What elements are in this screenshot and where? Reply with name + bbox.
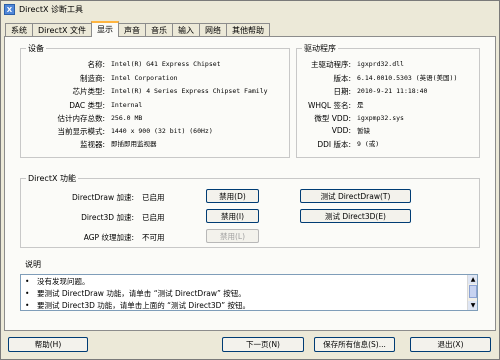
save-all-info-button[interactable]: 保存所有信息(S)...	[314, 337, 395, 352]
next-page-button[interactable]: 下一页(N)	[222, 337, 304, 352]
tab-network[interactable]: 网络	[198, 23, 227, 37]
scroll-thumb[interactable]	[469, 285, 477, 298]
notes-scrollbar[interactable]: ▲ ▼	[467, 275, 477, 310]
direct3d-state: 已启用	[142, 213, 165, 222]
device-row: 估计内存总数: 256.0 MB	[57, 114, 143, 123]
tab-input[interactable]: 输入	[171, 23, 200, 37]
directx-icon: X	[4, 4, 15, 15]
device-row: DAC 类型: Internal	[69, 101, 143, 110]
notes-title: 说明	[23, 259, 43, 270]
tab-strip: 系统 DirectX 文件 显示 声音 音乐 输入 网络 其他帮助	[5, 21, 270, 37]
tab-more-help[interactable]: 其他帮助	[225, 23, 270, 37]
test-directdraw-button[interactable]: 测试 DirectDraw(T)	[300, 189, 411, 203]
tab-directx-files[interactable]: DirectX 文件	[32, 23, 92, 37]
directx-diagnostic-window: X DirectX 诊断工具 系统 DirectX 文件 显示 声音 音乐 输入…	[0, 0, 500, 360]
note-item: • 要测试 DirectDraw 功能，请单击 “测试 DirectDraw” 按…	[25, 288, 246, 298]
device-row: 监视器: 即插即用监视器	[79, 140, 157, 149]
device-row: 名称: Intel(R) G41 Express Chipset	[87, 60, 221, 69]
driver-row: 日期: 2010-9-21 11:18:40	[333, 87, 428, 96]
agp-label: AGP 纹理加速:	[83, 233, 134, 242]
tab-sound[interactable]: 声音	[117, 23, 146, 37]
scroll-down-arrow-icon[interactable]: ▼	[468, 301, 477, 310]
directx-features-title: DirectX 功能	[26, 173, 78, 184]
title-bar: X DirectX 诊断工具	[1, 1, 499, 18]
tab-display[interactable]: 显示	[90, 21, 119, 37]
driver-row: VDD: 暂缺	[331, 126, 370, 135]
driver-row: WHQL 签名: 是	[307, 101, 364, 110]
window-title: DirectX 诊断工具	[19, 5, 83, 14]
scroll-up-arrow-icon[interactable]: ▲	[468, 275, 477, 284]
note-item: • 要测试 Direct3D 功能，请单击上面的 “测试 Direct3D” 按钮…	[25, 300, 250, 310]
disable-agp-button[interactable]: 禁用(L)	[206, 229, 259, 243]
direct3d-label: Direct3D 加速:	[81, 213, 134, 222]
driver-row: 版本: 6.14.0010.5303 (英语(美国))	[333, 74, 458, 83]
tab-music[interactable]: 音乐	[144, 23, 173, 37]
exit-button[interactable]: 退出(X)	[410, 337, 491, 352]
driver-row: 主驱动程序: igxprd32.dll	[310, 60, 404, 69]
note-item: • 没有发现问题。	[25, 276, 90, 286]
directdraw-state: 已启用	[142, 193, 165, 202]
device-title: 设备	[26, 43, 46, 54]
bullet-icon: •	[25, 288, 30, 298]
tab-system[interactable]: 系统	[5, 23, 33, 37]
device-row: 芯片类型: Intel(R) 4 Series Express Chipset F…	[72, 87, 268, 96]
directdraw-label: DirectDraw 加速:	[72, 193, 134, 202]
driver-row: DDI 版本: 9 (或)	[317, 140, 380, 149]
device-row: 制造商: Intel Corporation	[79, 74, 178, 83]
bullet-icon: •	[25, 300, 30, 310]
bullet-icon: •	[25, 276, 30, 286]
agp-state: 不可用	[142, 233, 165, 242]
notes-box[interactable]: • 没有发现问题。 • 要测试 DirectDraw 功能，请单击 “测试 Dire…	[20, 274, 478, 311]
driver-row: 微型 VDD: igxpmp32.sys	[314, 114, 404, 123]
driver-title: 驱动程序	[302, 43, 338, 54]
test-direct3d-button[interactable]: 测试 Direct3D(E)	[300, 209, 411, 223]
device-row: 当前显示模式: 1440 x 900 (32 bit) (60Hz)	[57, 127, 213, 136]
disable-directdraw-button[interactable]: 禁用(D)	[206, 189, 259, 203]
disable-direct3d-button[interactable]: 禁用(I)	[206, 209, 259, 223]
help-button[interactable]: 帮助(H)	[8, 337, 88, 352]
